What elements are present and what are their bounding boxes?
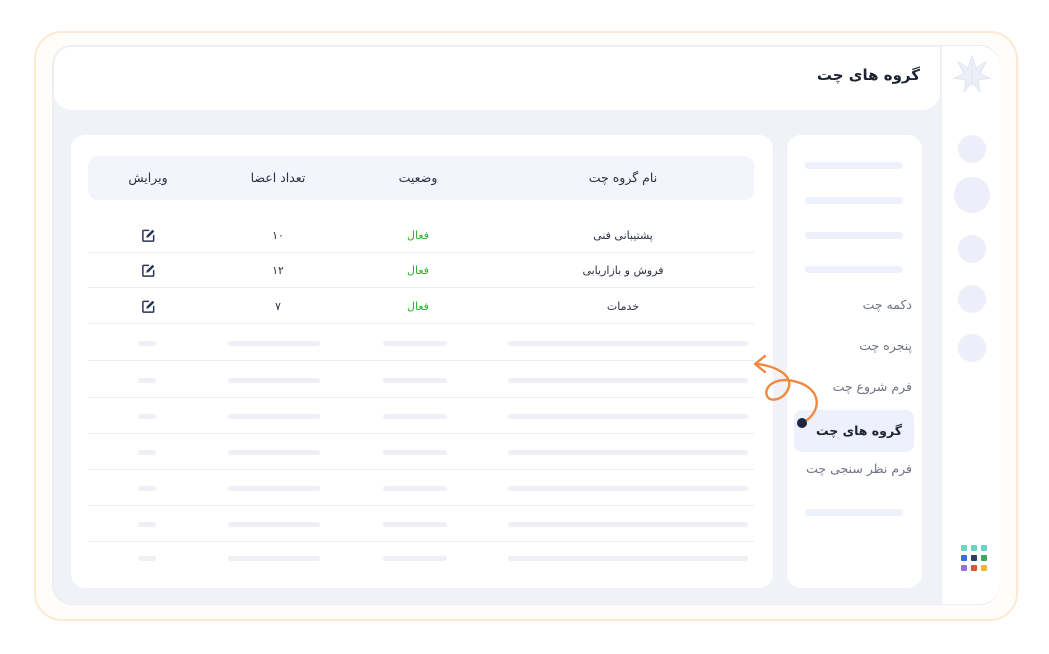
menu-placeholder-3: [805, 232, 903, 239]
placeholder-row: [88, 541, 754, 576]
menu-placeholder-5: [805, 509, 903, 516]
leaf-logo-icon: [952, 54, 992, 94]
placeholder-bar: [228, 486, 320, 491]
column-header-name: نام گروه چت: [588, 170, 658, 185]
placeholder-row: [88, 507, 754, 542]
group-name: فروش و بازاریابی: [582, 264, 664, 277]
placeholder-row: [88, 471, 754, 506]
menu-placeholder-2: [805, 197, 903, 204]
edit-icon[interactable]: [141, 228, 156, 243]
placeholder-bar: [383, 556, 447, 561]
placeholder-bar: [508, 414, 748, 419]
menu-item-survey-form[interactable]: فرم نظر سنجی چت: [794, 451, 914, 487]
menu-placeholder-1: [805, 162, 903, 169]
placeholder-bar: [508, 486, 748, 491]
placeholder-bar: [228, 378, 320, 383]
placeholder-row: [88, 399, 754, 434]
group-status: فعال: [407, 229, 429, 242]
placeholder-bar: [508, 522, 748, 527]
placeholder-bar: [138, 341, 156, 346]
placeholder-bar: [508, 556, 748, 561]
placeholder-bar: [228, 522, 320, 527]
menu-item-label: دکمه چت: [862, 297, 912, 312]
placeholder-bar: [228, 414, 320, 419]
rail-item-5[interactable]: [958, 334, 986, 362]
placeholder-bar: [138, 522, 156, 527]
placeholder-bar: [138, 556, 156, 561]
column-header-members: تعداد اعضا: [250, 170, 306, 185]
placeholder-bar: [508, 341, 748, 346]
table-row: پشتیبانی فنی فعال ۱۰: [88, 218, 754, 253]
placeholder-bar: [508, 450, 748, 455]
annotation-arrow-icon: [753, 354, 818, 422]
group-members: ۱۲: [272, 264, 284, 277]
menu-placeholder-4: [805, 266, 903, 273]
apps-grid-icon[interactable]: [961, 545, 987, 571]
group-status: فعال: [407, 264, 429, 277]
page-title: گروه های چت: [816, 66, 920, 84]
rail-item-4[interactable]: [958, 285, 986, 313]
chat-groups-card: نام گروه چت وضعیت تعداد اعضا ویرایش پشتی…: [71, 135, 773, 588]
rail-item-1[interactable]: [958, 135, 986, 163]
placeholder-row: [88, 363, 754, 398]
placeholder-bar: [138, 486, 156, 491]
group-name: پشتیبانی فنی: [593, 229, 653, 242]
menu-item-label: فرم شروع چت: [832, 379, 912, 394]
column-header-edit: ویرایش: [128, 170, 168, 185]
placeholder-bar: [228, 450, 320, 455]
active-indicator-dot: [797, 418, 807, 428]
group-name: خدمات: [606, 300, 640, 313]
menu-item-label: پنجره چت: [859, 338, 912, 353]
column-header-status: وضعیت: [398, 170, 438, 185]
placeholder-row: [88, 326, 754, 361]
table-row: فروش و بازاریابی فعال ۱۲: [88, 253, 754, 288]
placeholder-bar: [383, 378, 447, 383]
group-members: ۷: [275, 300, 281, 313]
placeholder-row: [88, 435, 754, 470]
placeholder-bar: [228, 341, 320, 346]
menu-item-chat-button[interactable]: دکمه چت: [794, 287, 914, 323]
table-row: خدمات فعال ۷: [88, 289, 754, 324]
placeholder-bar: [508, 378, 748, 383]
page-header: گروه های چت: [54, 47, 940, 110]
edit-icon[interactable]: [141, 299, 156, 314]
edit-icon[interactable]: [141, 263, 156, 278]
group-status: فعال: [407, 300, 429, 313]
placeholder-bar: [383, 414, 447, 419]
rail-item-2[interactable]: [954, 177, 990, 213]
placeholder-bar: [138, 414, 156, 419]
group-members: ۱۰: [272, 229, 284, 242]
menu-item-label: فرم نظر سنجی چت: [806, 461, 912, 476]
placeholder-bar: [138, 450, 156, 455]
placeholder-bar: [138, 378, 156, 383]
placeholder-bar: [383, 450, 447, 455]
placeholder-bar: [383, 522, 447, 527]
placeholder-bar: [383, 486, 447, 491]
placeholder-bar: [383, 341, 447, 346]
table-header: نام گروه چت وضعیت تعداد اعضا ویرایش: [88, 156, 754, 200]
rail-item-3[interactable]: [958, 235, 986, 263]
icon-rail: [941, 46, 1000, 604]
placeholder-bar: [228, 556, 320, 561]
